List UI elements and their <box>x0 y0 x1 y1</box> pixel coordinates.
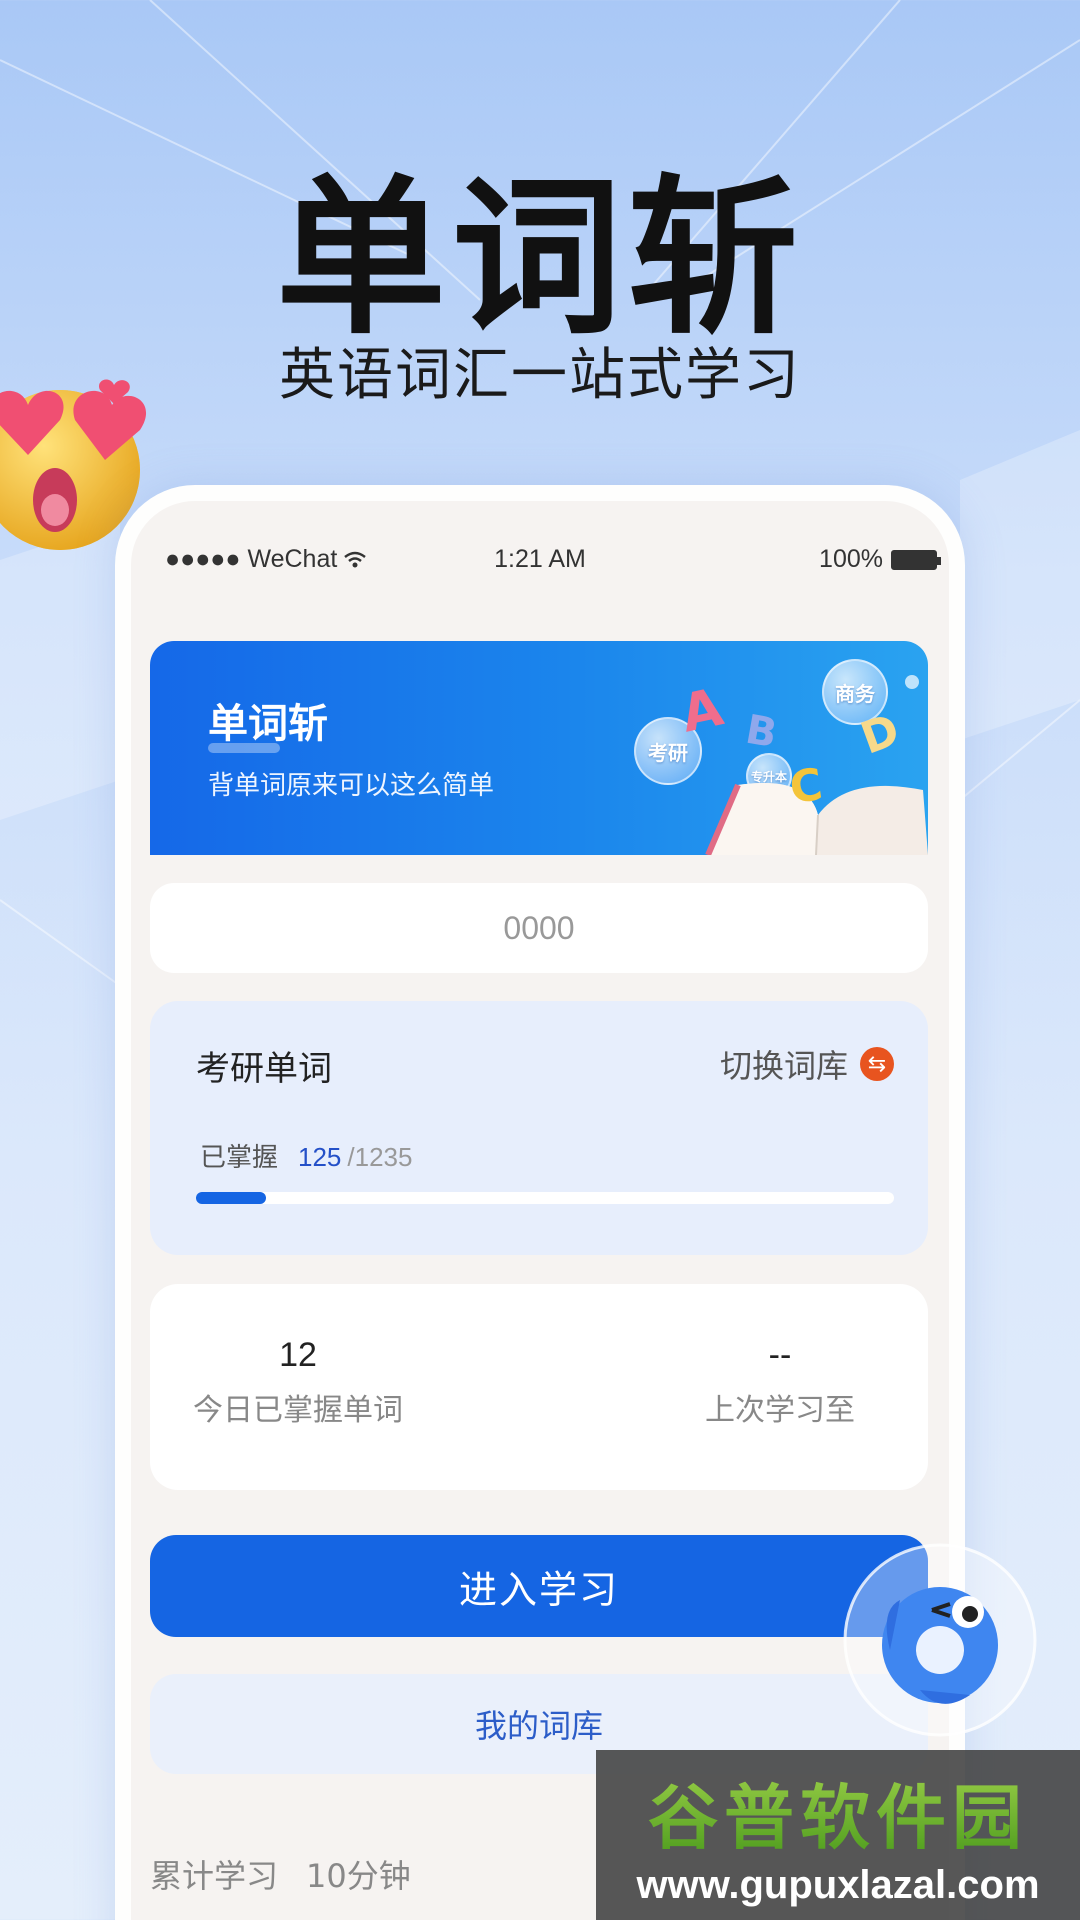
watermark-url: www.gupuxlazal.com <box>636 1863 1040 1907</box>
mastery-progress-fill <box>196 1192 267 1204</box>
app-banner[interactable]: 单词斩 背单词原来可以这么简单 商务 考研 专升本 A B C D <box>150 641 928 855</box>
banner-underline <box>208 743 280 753</box>
library-name: 考研单词 <box>196 1049 332 1089</box>
swap-icon: ⇆ <box>860 1047 894 1081</box>
library-card: 考研单词 切换词库 ⇆ 已掌握 125 /1235 <box>150 1001 928 1255</box>
switch-library-button[interactable]: 切换词库 ⇆ <box>720 1041 894 1087</box>
watermark: 谷普软件园 www.gupuxlazal.com <box>596 1750 1080 1920</box>
stat-last: -- 上次学习至 <box>690 1336 870 1429</box>
total-count: /1235 <box>347 1142 413 1172</box>
stat-today: 12 今日已掌握单词 <box>193 1336 403 1429</box>
status-bar: ●●●●● WeChat 1:21 AM 100% <box>131 541 949 581</box>
stat-last-value: -- <box>768 1336 792 1374</box>
watermark-name: 谷普软件园 <box>648 1762 1028 1863</box>
stat-last-label: 上次学习至 <box>705 1393 855 1428</box>
switch-library-label: 切换词库 <box>719 1047 848 1085</box>
phone-frame: ●●●●● WeChat 1:21 AM 100% 单词斩 背单词原来可以这么简… <box>115 485 965 1920</box>
mascot-icon <box>843 1543 1037 1737</box>
stats-card: 12 今日已掌握单词 -- 上次学习至 <box>150 1284 928 1490</box>
battery-icon <box>891 549 941 570</box>
stat-today-value: 12 <box>279 1336 317 1374</box>
small-bubble <box>905 675 919 689</box>
enter-study-button[interactable]: 进入学习 <box>150 1535 928 1637</box>
total-study-value: 10分钟 <box>306 1857 411 1895</box>
search-input[interactable]: 0000 <box>150 883 928 973</box>
banner-subtitle: 背单词原来可以这么简单 <box>208 771 495 801</box>
battery-percent: 100% <box>819 545 883 573</box>
total-study-row: 累计学习 10分钟 <box>150 1851 411 1897</box>
mastery-progress-bar <box>196 1192 894 1204</box>
total-study-label: 累计学习 <box>150 1857 279 1895</box>
mastered-row: 已掌握 125 /1235 <box>200 1137 412 1174</box>
mastered-count: 125 <box>298 1142 342 1172</box>
banner-title: 单词斩 <box>208 701 328 747</box>
stat-today-label: 今日已掌握单词 <box>193 1393 403 1428</box>
letter-c: C <box>786 759 826 814</box>
mastered-label: 已掌握 <box>200 1142 279 1172</box>
